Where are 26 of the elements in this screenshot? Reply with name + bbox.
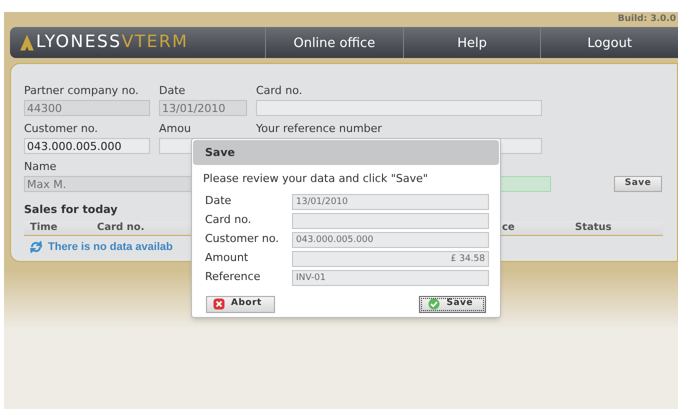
field-label: Name [24,160,58,174]
column-header: Time [30,220,58,234]
column-header: Status [575,220,612,234]
field-label: Card no. [256,84,304,98]
read-only-field: 13/01/2010 [292,194,489,210]
read-only-field: £ 34.58 [292,250,489,266]
dialog-title: Save [193,140,499,165]
empty-message: There is no data availab [48,240,173,254]
field-label: Reference [205,269,262,286]
field-label: Amount [205,250,250,266]
column-header: Card no. [97,220,144,234]
section-title: Sales for today [24,202,118,218]
field-label: Date [205,193,232,210]
read-only-field: INV-01 [292,270,489,286]
field-label: Amou [159,122,192,136]
build-version: Build: 3.0.0 [618,13,676,26]
field-label: Customer no. [205,231,280,248]
field-label: Date [159,84,186,98]
field-label: Card no. [205,212,252,228]
logo-text: LYONESSVTERM [36,34,188,51]
dialog-message: Please review your data and click "Save" [202,171,429,187]
read-only-field: 043.000.005.000 [292,232,489,248]
column-header: ce [502,220,515,234]
field-label: Your reference number [256,122,383,136]
field-label: Customer no. [24,122,99,136]
field-label: Partner company no. [24,84,140,98]
